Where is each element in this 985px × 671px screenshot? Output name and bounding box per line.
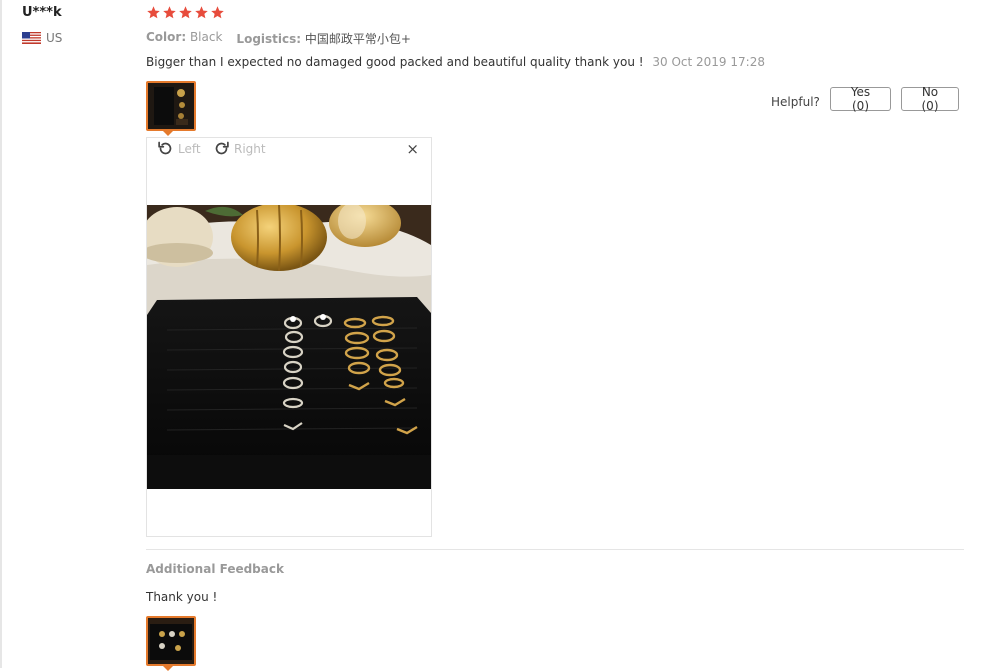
review-text: Bigger than I expected no damaged good p… <box>146 55 644 69</box>
feedback-divider <box>146 549 964 550</box>
left-divider <box>0 0 2 668</box>
jewelry-tray-thumb-icon <box>148 83 194 129</box>
star-icon <box>147 6 160 19</box>
rotate-left-icon <box>158 141 172 155</box>
additional-feedback-title: Additional Feedback <box>146 562 284 576</box>
color-value: Black <box>189 30 223 44</box>
additional-photo-thumbnail[interactable] <box>146 616 196 666</box>
star-icon <box>179 6 192 19</box>
star-icon <box>195 6 208 19</box>
helpful-label: Helpful? <box>771 95 820 109</box>
rotate-right-button[interactable]: Right <box>213 140 266 157</box>
logistics-attribute: Logistics: 中国邮政平常小包+ <box>236 30 411 47</box>
jewelry-ring-tray-photo <box>147 205 431 489</box>
rotate-left-button[interactable]: Left <box>157 140 201 157</box>
color-attribute: Color: Black <box>146 30 222 47</box>
review-content: Bigger than I expected no damaged good p… <box>146 55 765 69</box>
rotate-right-label: Right <box>234 141 266 156</box>
thumbnail-selected-indicator <box>161 129 175 136</box>
review-photo-thumbnail[interactable] <box>146 81 196 131</box>
order-attributes: Color: Black Logistics: 中国邮政平常小包+ <box>146 30 411 47</box>
star-rating <box>146 5 225 20</box>
close-viewer-button[interactable]: × <box>406 141 419 157</box>
logistics-value: 中国邮政平常小包+ <box>304 32 411 46</box>
rotate-right-icon <box>215 141 229 155</box>
reviewer-name: U***k <box>22 5 62 20</box>
color-label: Color: <box>146 30 187 44</box>
image-viewer: Left Right × <box>146 137 432 537</box>
star-icon <box>163 6 176 19</box>
star-icon <box>211 6 224 19</box>
rotate-left-label: Left <box>178 141 201 156</box>
us-flag-icon <box>22 32 41 44</box>
country-code: US <box>46 31 63 45</box>
helpful-no-button[interactable]: No (0) <box>901 85 959 113</box>
review-photo-large <box>147 205 431 489</box>
additional-feedback-text: Thank you ! <box>146 590 218 604</box>
logistics-label: Logistics: <box>236 32 302 46</box>
review-date: 30 Oct 2019 17:28 <box>652 55 765 69</box>
reviewer-country: US <box>22 31 62 45</box>
helpful-yes-button[interactable]: Yes (0) <box>830 85 891 113</box>
jewelry-tray-thumb-icon <box>148 618 194 664</box>
